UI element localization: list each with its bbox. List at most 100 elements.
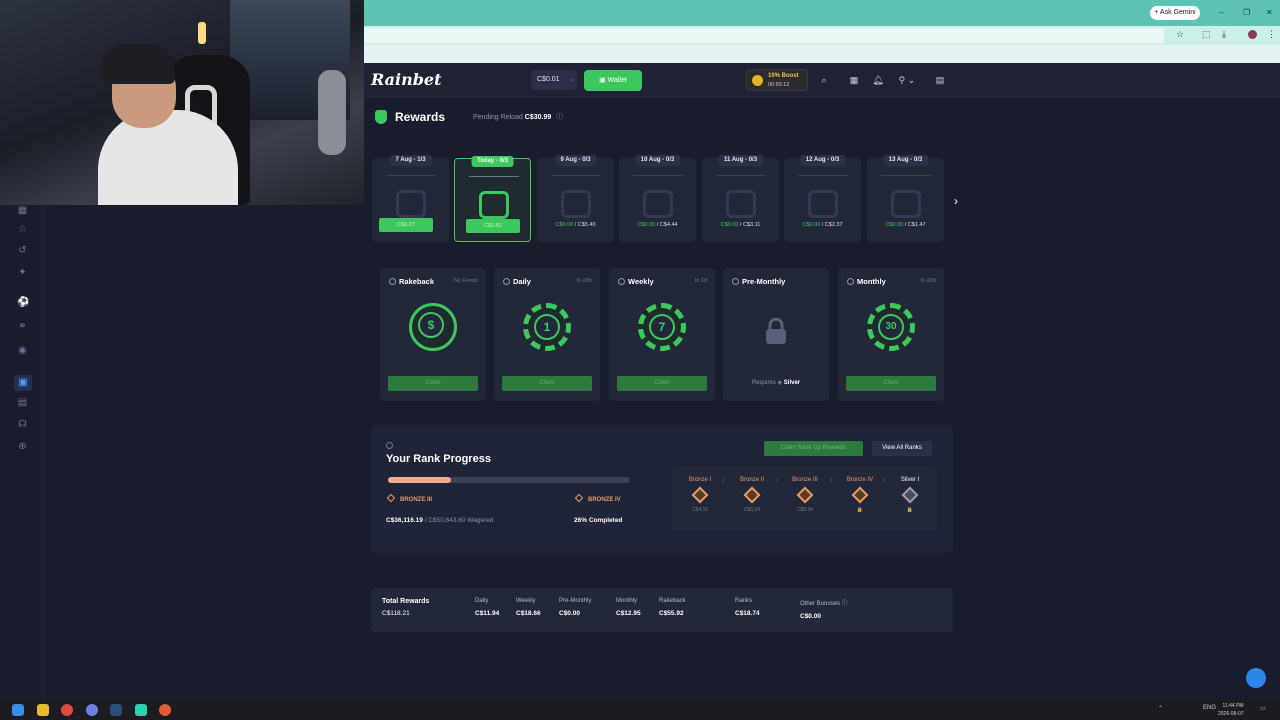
total-rakeback: Rakeback C$55.92	[659, 598, 686, 617]
info-icon[interactable]	[847, 278, 854, 285]
day-card-11-aug: 11 Aug - 0/3 C$0.00 / C$3.11	[702, 155, 779, 242]
day-label: Today - 0/3	[471, 156, 514, 167]
rank-tier-bronze-2: Bronze II C$6.24	[739, 477, 764, 513]
profile-avatar[interactable]	[1248, 30, 1257, 39]
current-rank: BRONZE III	[386, 493, 432, 503]
rank-tiers-track: Bronze I C$4.16 › Bronze II C$6.24 › Bronz…	[672, 467, 937, 531]
wallet-button[interactable]: ▣ Wallet	[584, 70, 642, 91]
rank-tier-bronze-1: Bronze I C$4.16	[688, 477, 712, 513]
day-card-today[interactable]: Today - 0/3 C$2.52	[454, 156, 531, 242]
minimize-button[interactable]: –	[1219, 8, 1223, 17]
boost-title: 10% Boost	[768, 73, 799, 79]
total-weekly: Weekly C$18.66	[516, 598, 541, 617]
user-menu-icon[interactable]: ⚲ ⌄	[892, 69, 922, 91]
globe-icon[interactable]: ⊕	[17, 441, 28, 452]
app-icon[interactable]	[135, 704, 147, 716]
info-icon[interactable]	[503, 278, 510, 285]
claim-button[interactable]: Claim	[502, 376, 592, 391]
sports-icon[interactable]: ⚽	[17, 297, 29, 308]
card-status: In 23d	[920, 278, 936, 284]
gift-icon[interactable]: ▦	[844, 69, 864, 91]
rewards-gift-icon[interactable]: ▣	[14, 375, 32, 391]
card-title: Pre-Monthly	[742, 277, 786, 286]
card-status: No Funds	[454, 278, 478, 284]
safe-icon	[561, 190, 591, 218]
balance-selector[interactable]: C$0.01 ⌄	[531, 70, 577, 90]
file-explorer-icon[interactable]	[37, 704, 49, 716]
clock[interactable]: 11:44 PM 2026-08-07	[1218, 702, 1244, 718]
rewards-medal-icon	[375, 110, 387, 124]
url-field[interactable]	[364, 28, 1164, 43]
info-icon[interactable]	[732, 278, 739, 285]
day-progress-track	[881, 175, 931, 176]
day-amount: C$0.00 / C$3.11	[720, 222, 761, 228]
info-icon[interactable]	[389, 278, 396, 285]
rank-progress-bar	[388, 477, 630, 483]
close-window-button[interactable]: ✕	[1266, 8, 1273, 17]
link-icon[interactable]: ⚭	[17, 321, 28, 332]
info-icon[interactable]: ⓘ	[842, 601, 848, 607]
browser-tab-bar: + Ask Gemini – ❐ ✕	[364, 0, 1280, 26]
headset-icon[interactable]: ☊	[17, 419, 28, 430]
info-icon[interactable]	[386, 442, 393, 449]
day-amount[interactable]: C$2.52	[466, 219, 520, 233]
day-amount: C$0.00 / C$2.37	[802, 222, 843, 228]
info-icon[interactable]	[618, 278, 625, 285]
total-ranks: Ranks C$18.74	[735, 598, 760, 617]
poker-chip-icon: 30	[867, 303, 915, 351]
day-card-10-aug: 10 Aug - 0/3 C$0.00 / C$4.44	[619, 155, 696, 242]
info-icon[interactable]: ⓘ	[556, 114, 563, 121]
boost-badge[interactable]: 10% Boost 00:56:12	[746, 69, 808, 91]
chat-icon[interactable]: ▤	[930, 69, 950, 91]
casino-icon[interactable]: ▦	[17, 205, 28, 216]
day-card-7-aug[interactable]: 7 Aug - 1/3 C$0.27	[372, 155, 449, 242]
history-icon[interactable]: ↺	[17, 245, 28, 256]
maximize-button[interactable]: ❐	[1243, 8, 1250, 17]
star-icon[interactable]: ☆	[17, 224, 28, 235]
poker-chip-icon: 1	[523, 303, 571, 351]
chrome-icon[interactable]	[61, 704, 73, 716]
day-amount[interactable]: C$0.27	[379, 218, 433, 232]
claim-rank-rewards-button[interactable]: Claim Rank Up Rewards	[764, 441, 863, 456]
claim-button[interactable]: Claim	[617, 376, 707, 391]
claim-button[interactable]: Claim	[388, 376, 478, 391]
rank-diamond-icon	[743, 486, 761, 504]
recording-icon[interactable]	[159, 704, 171, 716]
browser-menu-icon[interactable]: ⋮	[1267, 29, 1276, 40]
total-rewards-bar: Total Rewards C$118.21 Daily C$11.94 Week…	[371, 588, 953, 632]
notifications-icon[interactable]: ▭	[1260, 705, 1266, 712]
rank-diamond-icon	[796, 486, 814, 504]
tray-arrow-icon[interactable]: ⌃	[1158, 705, 1163, 712]
day-card-13-aug: 13 Aug - 0/3 C$0.00 / C$1.47	[867, 155, 944, 242]
view-all-ranks-button[interactable]: View All Ranks	[872, 441, 932, 456]
site-logo[interactable]: Rainbet	[371, 70, 442, 89]
chevron-right-icon[interactable]: ›	[954, 194, 958, 208]
download-icon[interactable]: ⤓	[1222, 29, 1226, 40]
chrome-profile-icon[interactable]	[86, 704, 98, 716]
card-status: In 23h	[576, 278, 592, 284]
claim-button[interactable]: Claim	[846, 376, 936, 391]
search-icon[interactable]: ⌕	[814, 69, 834, 91]
chip-icon[interactable]: ◉	[17, 345, 28, 356]
extensions-icon[interactable]: ⬚	[1202, 29, 1211, 40]
rank-diamond-icon	[901, 486, 919, 504]
day-card-9-aug: 9 Aug - 0/3 C$0.00 / C$5.40	[537, 155, 614, 242]
day-label: 13 Aug - 0/3	[882, 155, 929, 166]
browser-address-bar: ☆ ⬚ ⤓ ⋮	[364, 26, 1280, 45]
steam-icon[interactable]	[110, 704, 122, 716]
document-icon[interactable]: ▤	[17, 397, 28, 408]
rewards-page: Rewards Pending Reload C$30.99 ⓘ 7 Aug -…	[364, 98, 1280, 700]
sparkle-icon[interactable]: ✦	[17, 267, 28, 278]
ask-gemini-button[interactable]: + Ask Gemini	[1150, 6, 1200, 20]
start-icon[interactable]	[12, 704, 24, 716]
language-indicator[interactable]: ENG	[1203, 705, 1216, 711]
chevron-right-icon: ›	[883, 477, 886, 484]
support-chat-button[interactable]	[1246, 668, 1266, 688]
bell-icon[interactable]: 🔔︎	[868, 69, 888, 91]
safe-icon	[479, 191, 509, 219]
card-title: Monthly	[857, 277, 886, 286]
weekly-card: Weekly In 1d 7 Claim	[609, 268, 715, 401]
day-progress-track	[386, 175, 436, 176]
daily-card: Daily In 23h 1 Claim	[494, 268, 600, 401]
bookmark-star-icon[interactable]: ☆	[1176, 29, 1184, 40]
